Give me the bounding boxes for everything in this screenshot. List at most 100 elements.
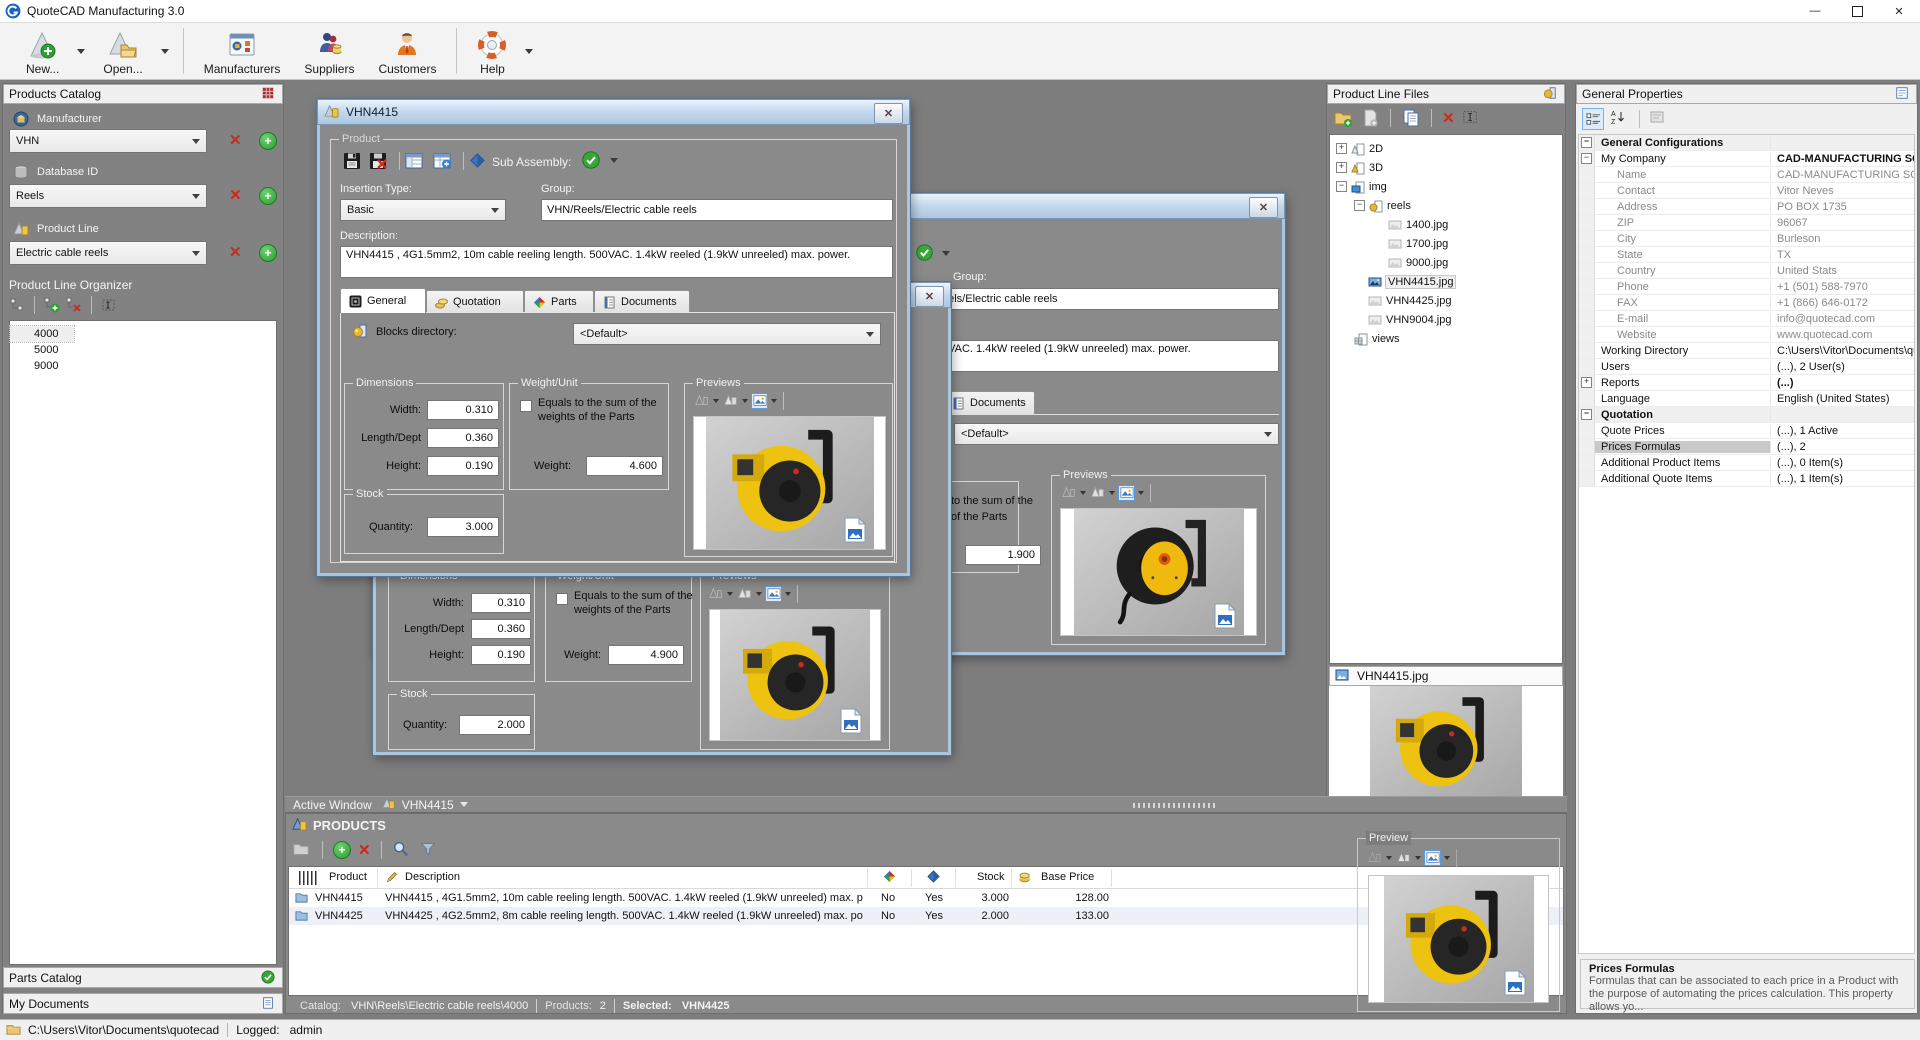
splitter-grip[interactable] bbox=[1133, 803, 1217, 808]
tree-item-reels[interactable]: − reels bbox=[1330, 196, 1562, 215]
preview-3d-icon[interactable] bbox=[1089, 485, 1106, 501]
datasheet-icon[interactable] bbox=[404, 151, 424, 171]
sub-assembly-arrow[interactable] bbox=[610, 158, 618, 163]
organizer-add-node-icon[interactable] bbox=[44, 297, 60, 313]
back-sub-assembly-check-icon[interactable] bbox=[916, 244, 932, 260]
copy-icon[interactable] bbox=[1401, 108, 1421, 128]
property-row[interactable]: AddressPO BOX 1735 bbox=[1579, 199, 1914, 215]
back-sub-assembly-arrow[interactable] bbox=[942, 251, 950, 256]
database-select[interactable]: Reels bbox=[9, 184, 207, 208]
datasheet-export-icon[interactable] bbox=[432, 151, 452, 171]
middle-width-input[interactable]: 0.310 bbox=[471, 593, 531, 613]
open-button[interactable]: Open... bbox=[91, 26, 154, 76]
manufacturers-button[interactable]: Manufacturers bbox=[192, 26, 293, 76]
delete-file-icon[interactable]: ✕ bbox=[1442, 111, 1455, 126]
manufacturer-delete-icon[interactable]: ✕ bbox=[229, 133, 242, 148]
preview-3d-arrow[interactable] bbox=[1109, 491, 1115, 495]
back-description-input[interactable]: 0VAC. 1.4kW reeled (1.9kW unreeled) max.… bbox=[936, 340, 1279, 372]
help-button[interactable]: Help bbox=[465, 26, 519, 76]
preview-image-arrow[interactable] bbox=[785, 592, 791, 596]
dialog-titlebar[interactable]: VHN4415 bbox=[317, 99, 910, 125]
back-blocks-directory-select[interactable]: <Default> bbox=[954, 423, 1279, 445]
preview-image-icon[interactable] bbox=[1118, 485, 1135, 501]
preview-2d-arrow[interactable] bbox=[713, 399, 719, 403]
preview-3d-icon[interactable] bbox=[736, 586, 753, 602]
properties-header[interactable]: General Properties bbox=[1576, 84, 1917, 104]
database-delete-icon[interactable]: ✕ bbox=[229, 188, 242, 203]
minimize-button[interactable]: — bbox=[1794, 0, 1836, 22]
tree-item-img[interactable]: − img bbox=[1330, 177, 1562, 196]
organizer-delete-node-icon[interactable] bbox=[66, 297, 82, 313]
preview-image-icon[interactable] bbox=[751, 393, 768, 409]
maximize-button[interactable] bbox=[1836, 0, 1878, 22]
insertion-type-select[interactable]: Basic bbox=[340, 199, 506, 221]
add-product-icon[interactable]: + bbox=[333, 841, 351, 859]
preview-2d-arrow[interactable] bbox=[1080, 491, 1086, 495]
preview-2d-arrow[interactable] bbox=[1386, 856, 1392, 860]
property-row[interactable]: FAX+1 (866) 646-0172 bbox=[1579, 295, 1914, 311]
categorized-view-icon[interactable] bbox=[1582, 108, 1604, 130]
property-row[interactable]: Additional Product Items(...), 0 Item(s) bbox=[1579, 455, 1914, 471]
product-line-add-icon[interactable]: + bbox=[259, 244, 277, 262]
property-row[interactable]: −My CompanyCAD-MANUFACTURING SOLUT bbox=[1579, 151, 1914, 167]
back-group-input[interactable]: eels/Electric cable reels bbox=[936, 288, 1279, 310]
property-row[interactable]: StateTX bbox=[1579, 247, 1914, 263]
middle-height-input[interactable]: 0.190 bbox=[471, 645, 531, 665]
width-input[interactable]: 0.310 bbox=[427, 400, 499, 420]
middle-length-input[interactable]: 0.360 bbox=[471, 619, 531, 639]
weight-input[interactable]: 4.600 bbox=[586, 456, 663, 476]
organizer-item-4000[interactable]: 4000 bbox=[10, 326, 74, 342]
property-row[interactable]: Phone+1 (501) 588-7970 bbox=[1579, 279, 1914, 295]
property-row[interactable]: ZIP96067 bbox=[1579, 215, 1914, 231]
add-folder-icon[interactable] bbox=[1333, 108, 1353, 128]
add-file-icon[interactable] bbox=[1360, 108, 1380, 128]
preview-2d-icon[interactable] bbox=[707, 586, 724, 602]
tree-item-2d[interactable]: + 2D bbox=[1330, 139, 1562, 158]
save-close-icon[interactable] bbox=[368, 151, 388, 171]
property-row[interactable]: NameCAD-MANUFACTURING SOLUTION bbox=[1579, 167, 1914, 183]
tree-item-vhn4415jpg[interactable]: VHN4415.jpg bbox=[1330, 272, 1562, 291]
middle-quantity-input[interactable]: 2.000 bbox=[459, 715, 531, 735]
tab-quotation[interactable]: Quotation bbox=[426, 290, 524, 313]
alphabetical-sort-icon[interactable]: AZ bbox=[1610, 109, 1630, 129]
customers-button[interactable]: Customers bbox=[366, 26, 448, 76]
tree-item-1400jpg[interactable]: 1400.jpg bbox=[1330, 215, 1562, 234]
weight-sum-checkbox[interactable] bbox=[520, 400, 532, 412]
organizer-tree-icon[interactable] bbox=[9, 297, 25, 313]
database-add-icon[interactable]: + bbox=[259, 187, 277, 205]
property-row[interactable]: Quote Prices(...), 1 Active bbox=[1579, 423, 1914, 439]
open-product-icon[interactable] bbox=[292, 840, 312, 860]
back-tab-documents[interactable]: Documents bbox=[943, 391, 1035, 414]
tree-item-views[interactable]: views bbox=[1330, 329, 1562, 348]
property-row[interactable]: CityBurleson bbox=[1579, 231, 1914, 247]
property-row[interactable]: ContactVitor Neves bbox=[1579, 183, 1914, 199]
property-row[interactable]: Users(...), 2 User(s) bbox=[1579, 359, 1914, 375]
property-row[interactable]: Working DirectoryC:\Users\Vitor\Document… bbox=[1579, 343, 1914, 359]
active-window-value[interactable]: VHN4415 bbox=[402, 798, 454, 812]
sub-assembly-check-icon[interactable] bbox=[582, 151, 600, 172]
middle-weight-sum-checkbox[interactable] bbox=[556, 593, 568, 605]
open-dropdown-arrow[interactable] bbox=[157, 41, 173, 61]
suppliers-button[interactable]: Suppliers bbox=[292, 26, 366, 76]
tab-parts[interactable]: Parts bbox=[524, 290, 594, 313]
delete-product-icon[interactable]: ✕ bbox=[358, 843, 371, 858]
preview-image-arrow[interactable] bbox=[1444, 856, 1450, 860]
preview-3d-arrow[interactable] bbox=[742, 399, 748, 403]
tree-item-vhn9004jpg[interactable]: VHN9004.jpg bbox=[1330, 310, 1562, 329]
property-row[interactable]: Websitewww.quotecad.com bbox=[1579, 327, 1914, 343]
preview-image-icon[interactable] bbox=[1424, 850, 1441, 866]
description-input[interactable]: VHN4415 , 4G1.5mm2, 10m cable reeling le… bbox=[340, 246, 893, 278]
dialog-close-button[interactable]: ✕ bbox=[874, 103, 903, 124]
tab-general[interactable]: General bbox=[340, 288, 426, 313]
preview-3d-arrow[interactable] bbox=[756, 592, 762, 596]
preview-3d-arrow[interactable] bbox=[1415, 856, 1421, 860]
blocks-directory-select[interactable]: <Default> bbox=[573, 323, 881, 345]
organizer-item-9000[interactable]: 9000 bbox=[10, 358, 276, 374]
my-documents-bar[interactable]: My Documents bbox=[3, 993, 283, 1014]
files-panel-header[interactable]: Product Line Files bbox=[1327, 84, 1565, 104]
property-row[interactable]: CountryUnited Stats bbox=[1579, 263, 1914, 279]
back-weight-input[interactable]: 1.900 bbox=[965, 545, 1041, 565]
preview-2d-icon[interactable] bbox=[1060, 485, 1077, 501]
search-icon[interactable] bbox=[392, 840, 412, 860]
dialog-back-close-button[interactable]: ✕ bbox=[1249, 197, 1278, 218]
